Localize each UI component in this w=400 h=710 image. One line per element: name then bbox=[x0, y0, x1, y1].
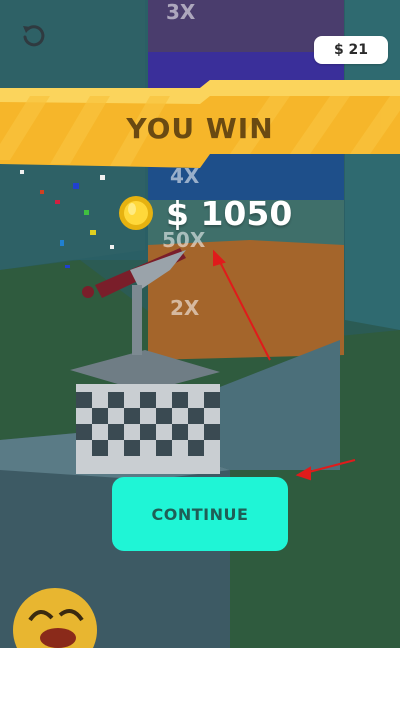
coin-icon bbox=[119, 196, 153, 230]
money-value: $ 21 bbox=[333, 42, 369, 58]
restart-icon bbox=[23, 25, 45, 47]
restart-button[interactable] bbox=[16, 18, 50, 52]
reward-display: $ 1050 bbox=[118, 190, 292, 236]
multiplier-label: 3X bbox=[166, 0, 196, 24]
bottom-area bbox=[0, 648, 400, 710]
reward-amount: $ 1050 bbox=[166, 193, 293, 233]
continue-label: CONTINUE bbox=[151, 504, 249, 524]
game-scene: 3X 4X 50X 2X $ 21 YOU WIN $ 1050 CONTINU… bbox=[0, 0, 400, 648]
continue-button[interactable]: CONTINUE bbox=[112, 477, 288, 551]
multiplier-label: 2X bbox=[170, 296, 200, 320]
money-counter: $ 21 bbox=[314, 36, 388, 64]
banner-title: YOU WIN bbox=[126, 112, 274, 145]
